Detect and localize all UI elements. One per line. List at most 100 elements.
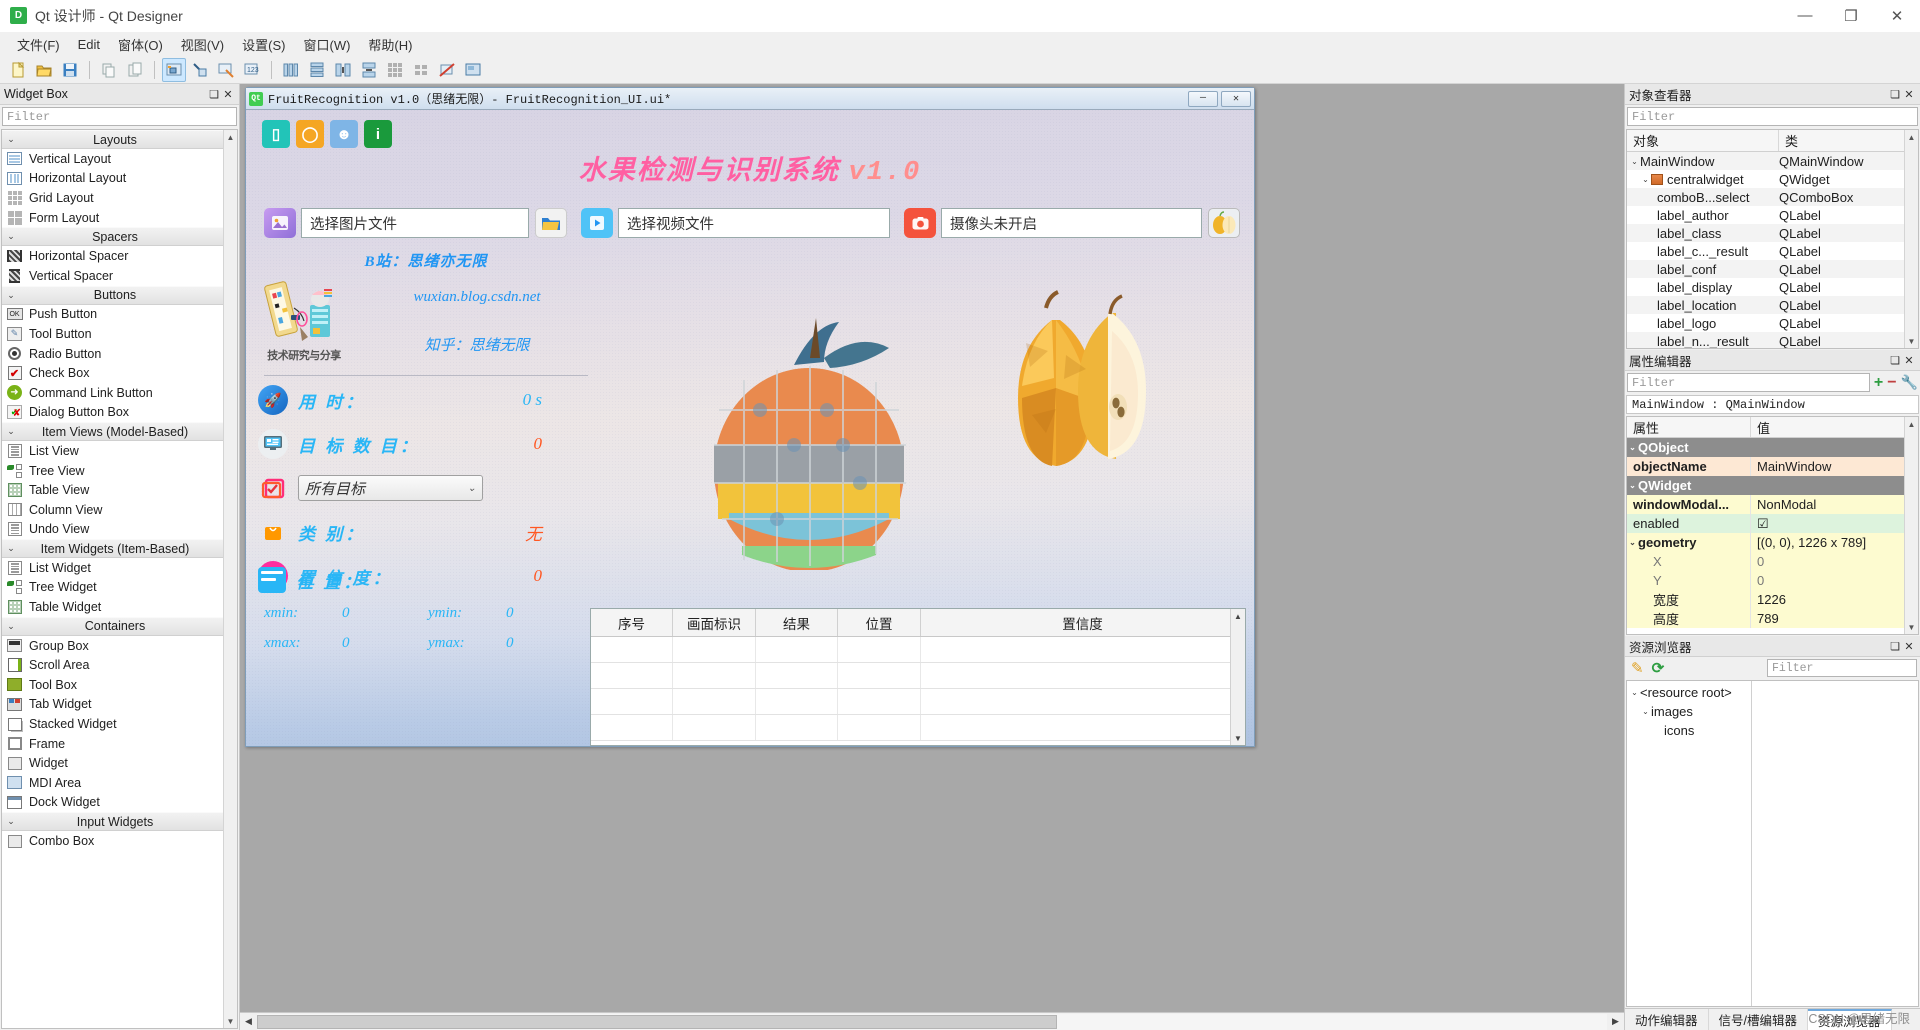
scroll-up-icon[interactable]: ▲ — [1905, 417, 1918, 431]
property-value[interactable]: MainWindow — [1751, 457, 1918, 476]
widget-box-list[interactable]: ⌄ Layouts Vertical Layout Horizontal Lay… — [1, 129, 238, 1029]
close-icon[interactable]: ✕ — [1902, 639, 1916, 653]
form-window-titlebar[interactable]: Qt FruitRecognition v1.0（思绪无限）- FruitRec… — [246, 88, 1254, 110]
column-object[interactable]: 对象 — [1627, 130, 1779, 151]
property-value[interactable]: 1226 — [1751, 590, 1918, 609]
mdi-horizontal-scrollbar[interactable]: ◀ ▶ — [240, 1012, 1624, 1030]
object-row-combobox[interactable]: comboB...select QComboBox — [1627, 188, 1918, 206]
folder-open-icon[interactable] — [535, 208, 567, 238]
category-input-widgets[interactable]: ⌄ Input Widgets — [2, 812, 228, 832]
image-file-icon[interactable] — [264, 208, 296, 238]
table-scrollbar[interactable]: ▲ ▼ — [1230, 609, 1245, 745]
tab-action-editor[interactable]: 动作编辑器 — [1625, 1009, 1709, 1030]
new-form-icon[interactable] — [6, 58, 30, 82]
scroll-right-icon[interactable]: ▶ — [1607, 1013, 1624, 1030]
scroll-down-icon[interactable]: ▼ — [224, 1014, 237, 1028]
chevron-down-icon[interactable]: ⌄ — [1629, 157, 1640, 166]
widget-box-filter-input[interactable]: Filter — [2, 107, 237, 126]
scroll-down-icon[interactable]: ▼ — [1905, 334, 1918, 348]
video-play-icon[interactable] — [581, 208, 613, 238]
object-row-label-author[interactable]: label_author QLabel — [1627, 206, 1918, 224]
resource-node-images[interactable]: ⌄ images — [1627, 702, 1751, 721]
widget-item-column-view[interactable]: Column View — [2, 500, 228, 520]
object-inspector-tree[interactable]: 对象 类 ⌄ MainWindow QMainWindow ⌄ centralw… — [1626, 129, 1919, 349]
widget-item-tool-box[interactable]: Tool Box — [2, 675, 228, 695]
tab-signal-slot-editor[interactable]: 信号/槽编辑器 — [1709, 1009, 1808, 1030]
minimize-button[interactable]: — — [1782, 0, 1828, 32]
property-row-enabled[interactable]: enabled ☑ — [1627, 514, 1918, 533]
widget-item-stacked-widget[interactable]: Stacked Widget — [2, 714, 228, 734]
edit-buddies-icon[interactable] — [214, 58, 238, 82]
widget-item-tree-view[interactable]: Tree View — [2, 461, 228, 481]
object-row-label-display[interactable]: label_display QLabel — [1627, 278, 1918, 296]
result-table[interactable]: 序号 画面标识 结果 位置 置信度 ▲ ▼ — [590, 608, 1246, 746]
chevron-down-icon[interactable]: ⌄ — [1627, 443, 1638, 452]
property-value[interactable]: NonModal — [1751, 495, 1918, 514]
open-form-icon[interactable] — [32, 58, 56, 82]
chevron-down-icon[interactable]: ⌄ — [1640, 707, 1651, 716]
widget-item-vertical-spacer[interactable]: Vertical Spacer — [2, 266, 228, 286]
plus-icon[interactable]: + — [1874, 374, 1883, 392]
object-row-label-n-result[interactable]: label_n..._result QLabel — [1627, 332, 1918, 348]
object-inspector-filter-input[interactable]: Filter — [1627, 107, 1918, 126]
camera-icon[interactable] — [904, 208, 936, 238]
layout-splitter-v-icon[interactable] — [357, 58, 381, 82]
table-row[interactable] — [591, 663, 1245, 689]
object-row-label-location[interactable]: label_location QLabel — [1627, 296, 1918, 314]
restore-icon[interactable]: ❏ — [1888, 353, 1902, 367]
column-value[interactable]: 值 — [1751, 417, 1918, 437]
layout-form-icon[interactable] — [409, 58, 433, 82]
menu-form[interactable]: 窗体(O) — [109, 32, 172, 57]
widget-item-tool-button[interactable]: ✎ Tool Button — [2, 324, 228, 344]
adjust-size-icon[interactable] — [461, 58, 485, 82]
widget-item-table-view[interactable]: Table View — [2, 480, 228, 500]
property-group-qwidget[interactable]: ⌄ QWidget — [1627, 476, 1918, 495]
property-row-x[interactable]: X 0 — [1627, 552, 1918, 571]
property-row-windowmodality[interactable]: windowModal... NonModal — [1627, 495, 1918, 514]
wrench-icon[interactable]: 🔧 — [1901, 374, 1918, 391]
camera-status-input[interactable]: 摄像头未开启 — [941, 208, 1202, 238]
edit-signals-icon[interactable] — [188, 58, 212, 82]
table-row[interactable] — [591, 637, 1245, 663]
object-row-label-logo[interactable]: label_logo QLabel — [1627, 314, 1918, 332]
menu-settings[interactable]: 设置(S) — [233, 32, 294, 57]
layout-grid-icon[interactable] — [383, 58, 407, 82]
enabled-checkbox[interactable]: ☑ — [1751, 514, 1918, 533]
edit-tab-order-icon[interactable]: 123 — [240, 58, 264, 82]
object-row-label-class[interactable]: label_class QLabel — [1627, 224, 1918, 242]
property-value[interactable]: [(0, 0), 1226 x 789] — [1751, 533, 1918, 552]
category-item-widgets[interactable]: ⌄ Item Widgets (Item-Based) — [2, 539, 228, 559]
resource-preview-pane[interactable] — [1752, 681, 1918, 1006]
resource-tree[interactable]: ⌄ <resource root> ⌄ images icons — [1627, 681, 1752, 1006]
object-row-label-conf[interactable]: label_conf QLabel — [1627, 260, 1918, 278]
property-value[interactable]: 0 — [1751, 552, 1918, 571]
chevron-down-icon[interactable]: ⌄ — [1627, 538, 1638, 547]
scroll-down-icon[interactable]: ▼ — [1905, 620, 1918, 634]
property-editor-grid[interactable]: 属性 值 ⌄ QObject objectName MainWindow ⌄ Q… — [1626, 416, 1919, 635]
fruit-icon[interactable] — [1208, 208, 1240, 238]
widget-item-command-link-button[interactable]: ➜ Command Link Button — [2, 383, 228, 403]
minus-icon[interactable]: − — [1887, 374, 1896, 392]
widget-item-tree-widget[interactable]: Tree Widget — [2, 578, 228, 598]
widget-item-horizontal-layout[interactable]: Horizontal Layout — [2, 169, 228, 189]
category-layouts[interactable]: ⌄ Layouts — [2, 130, 228, 149]
widget-item-tab-widget[interactable]: Tab Widget — [2, 695, 228, 715]
widget-item-push-button[interactable]: OK Push Button — [2, 305, 228, 325]
blog-link[interactable]: wuxian.blog.csdn.net — [358, 289, 596, 306]
close-icon[interactable]: ✕ — [1902, 353, 1916, 367]
widget-item-widget[interactable]: Widget — [2, 753, 228, 773]
info-icon[interactable]: i — [364, 120, 392, 148]
widget-item-list-view[interactable]: List View — [2, 441, 228, 461]
property-row-y[interactable]: Y 0 — [1627, 571, 1918, 590]
menu-edit[interactable]: Edit — [69, 34, 109, 55]
chevron-down-icon[interactable]: ⌄ — [1629, 688, 1640, 697]
property-value[interactable]: 789 — [1751, 609, 1918, 628]
chevron-down-icon[interactable]: ⌄ — [1640, 175, 1651, 184]
drop-icon[interactable]: ◯ — [296, 120, 324, 148]
widget-item-check-box[interactable]: ✔ Check Box — [2, 363, 228, 383]
copy-icon[interactable] — [97, 58, 121, 82]
scroll-track[interactable] — [257, 1013, 1607, 1030]
mobile-icon[interactable]: ▯ — [262, 120, 290, 148]
widget-item-mdi-area[interactable]: MDI Area — [2, 773, 228, 793]
category-buttons[interactable]: ⌄ Buttons — [2, 285, 228, 305]
